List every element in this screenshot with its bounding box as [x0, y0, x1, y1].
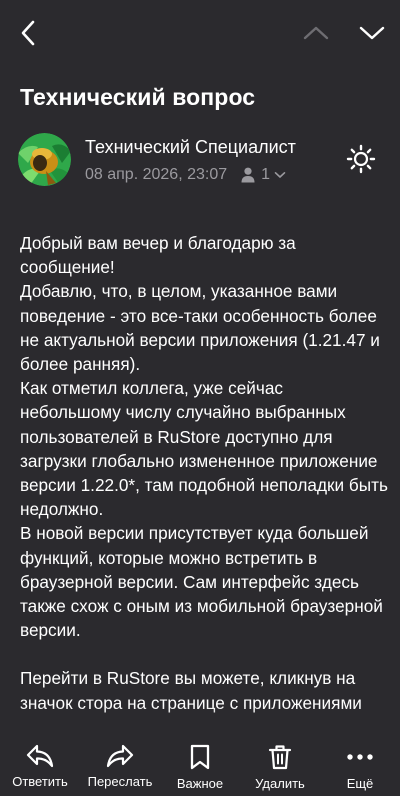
- important-label: Важное: [176, 776, 224, 791]
- person-icon: [241, 167, 255, 183]
- message-body: Добрый вам вечер и благодарю за сообщени…: [20, 231, 388, 733]
- more-button[interactable]: Ещё: [320, 738, 400, 796]
- delete-button[interactable]: Удалить: [240, 738, 320, 796]
- chevron-left-icon: [21, 20, 35, 46]
- more-label: Ещё: [346, 776, 374, 791]
- forward-button[interactable]: Переслать: [80, 738, 160, 796]
- forward-icon: [106, 744, 134, 768]
- previous-message-button[interactable]: [296, 14, 336, 52]
- bottom-toolbar: Ответить Переслать Важное Удалить Ещё: [0, 738, 400, 796]
- more-icon: [347, 754, 373, 760]
- delete-label: Удалить: [255, 776, 305, 791]
- important-button[interactable]: Важное: [160, 738, 240, 796]
- expand-recipients-icon: [274, 171, 286, 179]
- back-button[interactable]: [10, 14, 46, 52]
- theme-toggle-button[interactable]: [344, 142, 378, 176]
- forward-label: Переслать: [87, 774, 153, 789]
- recipients-count: 1: [261, 166, 271, 183]
- sender-avatar[interactable]: [18, 133, 71, 186]
- sun-icon: [346, 144, 376, 174]
- chevron-up-icon: [303, 26, 329, 40]
- reply-label: Ответить: [12, 774, 68, 789]
- bookmark-icon: [190, 744, 210, 770]
- message-date: 08 апр. 2026, 23:07: [85, 166, 228, 183]
- top-bar: [0, 0, 400, 66]
- next-message-button[interactable]: [352, 14, 392, 52]
- message-meta[interactable]: 08 апр. 2026, 23:07 1: [85, 164, 286, 186]
- chevron-down-icon: [359, 26, 385, 40]
- body-paragraph: Добрый вам вечер и благодарю за сообщени…: [20, 233, 388, 641]
- message-subject: Технический вопрос: [20, 84, 256, 110]
- avatar-image: [18, 133, 71, 186]
- scroll-fade: [0, 706, 400, 740]
- trash-icon: [268, 745, 292, 770]
- sender-name[interactable]: Технический Специалист: [85, 137, 296, 158]
- reply-icon: [26, 744, 54, 768]
- reply-button[interactable]: Ответить: [0, 738, 80, 796]
